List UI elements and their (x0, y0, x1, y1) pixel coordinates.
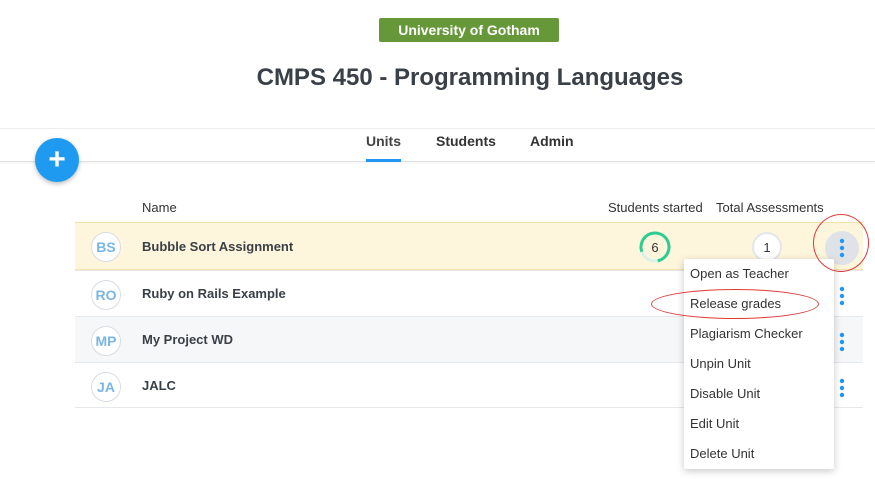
tab-bar: Units Students Admin (0, 128, 875, 162)
more-vertical-icon (839, 378, 845, 398)
add-unit-button[interactable]: + (35, 138, 79, 182)
avatar: BS (91, 232, 121, 262)
unit-name[interactable]: My Project WD (142, 332, 233, 347)
tab-units[interactable]: Units (366, 132, 401, 162)
students-started-value: 6 (651, 239, 659, 255)
unit-name[interactable]: JALC (142, 378, 176, 393)
students-started-ring: 6 (639, 231, 671, 263)
more-vertical-icon (839, 332, 845, 352)
menu-item-disable-unit[interactable]: Disable Unit (684, 379, 834, 409)
menu-item-plagiarism-checker[interactable]: Plagiarism Checker (684, 319, 834, 349)
menu-item-delete-unit[interactable]: Delete Unit (684, 439, 834, 469)
unit-context-menu: Open as Teacher Release grades Plagiaris… (684, 259, 834, 469)
avatar: RO (91, 280, 121, 310)
column-header-total-assessments: Total Assessments (716, 200, 824, 215)
total-assessments-value: 1 (752, 232, 782, 262)
tab-admin[interactable]: Admin (530, 132, 576, 162)
unit-name[interactable]: Bubble Sort Assignment (142, 239, 293, 254)
tab-students[interactable]: Students (436, 132, 496, 162)
menu-item-unpin-unit[interactable]: Unpin Unit (684, 349, 834, 379)
unit-name[interactable]: Ruby on Rails Example (142, 286, 286, 301)
column-header-students-started: Students started (608, 200, 703, 215)
menu-item-release-grades[interactable]: Release grades (684, 289, 834, 319)
page-title: CMPS 450 - Programming Languages (256, 64, 684, 91)
more-vertical-icon (839, 238, 845, 258)
menu-item-edit-unit[interactable]: Edit Unit (684, 409, 834, 439)
org-badge: University of Gotham (379, 18, 559, 42)
plus-icon: + (48, 143, 66, 176)
more-vertical-icon (839, 286, 845, 306)
column-header-name: Name (142, 200, 177, 215)
avatar: MP (91, 326, 121, 356)
menu-item-open-as-teacher[interactable]: Open as Teacher (684, 259, 834, 289)
avatar: JA (91, 372, 121, 402)
